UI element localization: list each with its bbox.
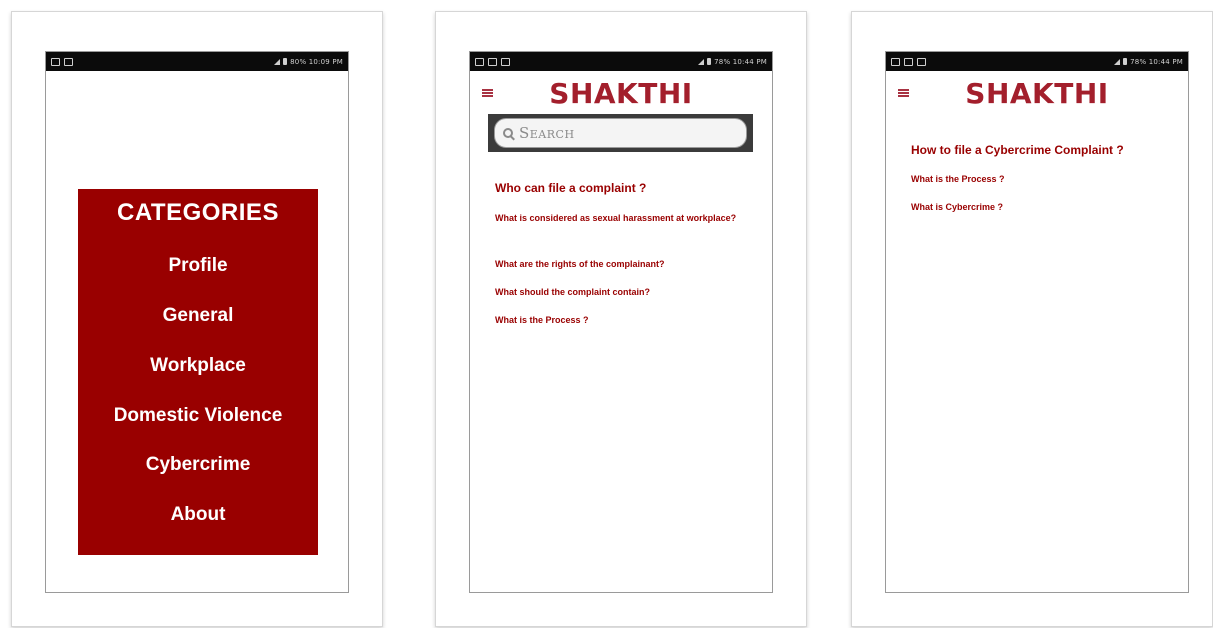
notification-icon	[51, 57, 60, 66]
notification-icon	[64, 57, 73, 66]
category-profile[interactable]: Profile	[78, 255, 318, 277]
category-about[interactable]: About	[78, 504, 318, 526]
phone-screen-categories: 80% 10:09 PM CATEGORIES Profile General …	[45, 51, 349, 593]
status-text: 80% 10:09 PM	[290, 57, 343, 66]
search-bar	[488, 114, 753, 152]
question-link[interactable]: What is the Process ?	[911, 173, 1166, 185]
question-link[interactable]: What is the Process ?	[495, 314, 750, 326]
screenshot-card-categories: 80% 10:09 PM CATEGORIES Profile General …	[11, 11, 383, 627]
search-icon	[503, 128, 513, 138]
phone-screen-cybercrime: 78% 10:44 PM SHAKTHI How to file a Cyber…	[885, 51, 1189, 593]
question-link[interactable]: What is considered as sexual harassment …	[495, 212, 750, 224]
search-input[interactable]	[519, 124, 719, 142]
category-general[interactable]: General	[78, 305, 318, 327]
screenshot-card-cybercrime: 78% 10:44 PM SHAKTHI How to file a Cyber…	[851, 11, 1213, 627]
category-domestic-violence[interactable]: Domestic Violence	[78, 405, 318, 427]
screenshot-card-workplace: 78% 10:44 PM SHAKTHI Who can file a comp…	[435, 11, 807, 627]
battery-icon	[283, 58, 288, 65]
search-field[interactable]	[494, 118, 747, 148]
notification-icon	[475, 57, 484, 66]
question-link[interactable]: What are the rights of the complainant?	[495, 258, 750, 270]
status-text: 78% 10:44 PM	[714, 57, 767, 66]
notification-icon	[891, 57, 900, 66]
status-bar: 80% 10:09 PM	[46, 52, 348, 71]
notification-icon	[904, 57, 913, 66]
signal-icon	[698, 58, 705, 65]
phone-screen-workplace: 78% 10:44 PM SHAKTHI Who can file a comp…	[469, 51, 773, 593]
question-link[interactable]: What should the complaint contain?	[495, 286, 750, 298]
battery-icon	[1123, 58, 1128, 65]
categories-title: CATEGORIES	[117, 199, 279, 226]
status-bar: 78% 10:44 PM	[886, 52, 1188, 71]
signal-icon	[1114, 58, 1121, 65]
category-cybercrime[interactable]: Cybercrime	[78, 454, 318, 476]
category-workplace[interactable]: Workplace	[78, 355, 318, 377]
notification-icon	[488, 57, 497, 66]
signal-icon	[274, 58, 281, 65]
status-bar: 78% 10:44 PM	[470, 52, 772, 71]
categories-panel: CATEGORIES Profile General Workplace Dom…	[78, 189, 318, 555]
notification-icon	[917, 57, 926, 66]
question-link[interactable]: Who can file a complaint ?	[495, 182, 745, 194]
notification-icon	[501, 57, 510, 66]
status-text: 78% 10:44 PM	[1130, 57, 1183, 66]
question-link[interactable]: How to file a Cybercrime Complaint ?	[911, 144, 1171, 156]
app-logo: SHAKTHI	[965, 77, 1109, 110]
question-link[interactable]: What is Cybercrime ?	[911, 201, 1166, 213]
battery-icon	[707, 58, 712, 65]
app-logo: SHAKTHI	[549, 77, 693, 110]
